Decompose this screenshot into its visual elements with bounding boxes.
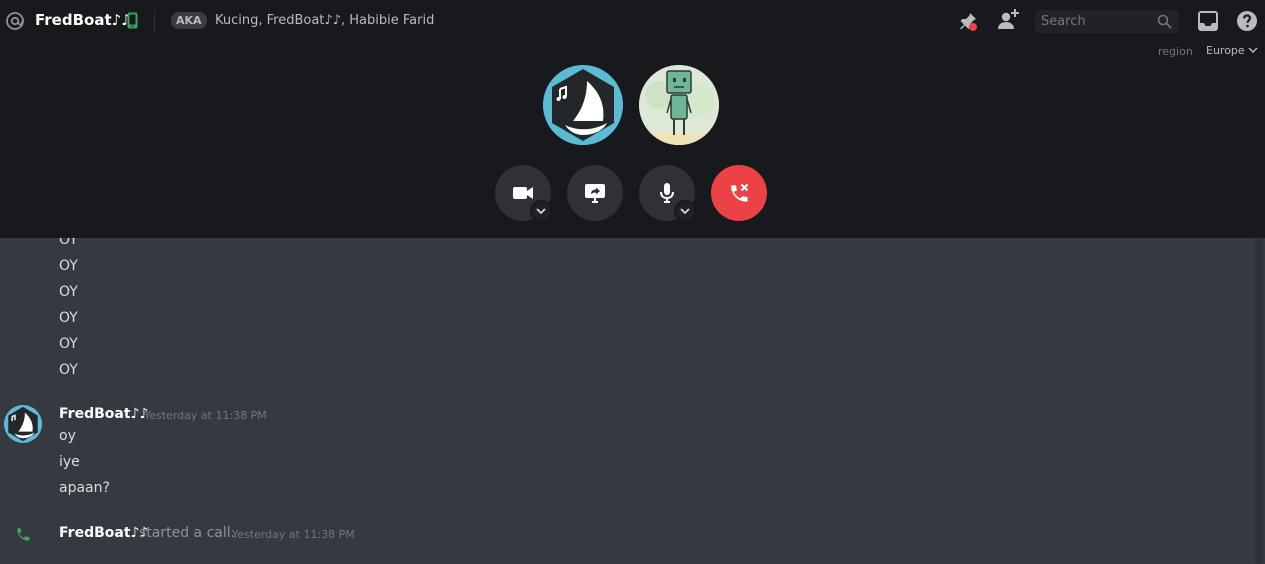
mobile-icon [127, 12, 138, 29]
message-line: OY [59, 336, 78, 352]
screen-share-button[interactable] [567, 165, 623, 221]
add-user-icon[interactable] [996, 8, 1020, 32]
header-divider [154, 10, 155, 32]
chevron-down-icon [1248, 47, 1258, 53]
screen-share-icon [585, 184, 605, 203]
video-toggle-button[interactable] [495, 165, 552, 222]
top-bar: FredBoat♪♪ AKA Kucing, FredBoat♪♪, Habib… [0, 0, 1265, 42]
robot-character-icon [639, 65, 719, 145]
region-label: region [1158, 45, 1193, 58]
pin-icon[interactable] [957, 10, 979, 32]
channel-name: FredBoat♪♪ [35, 11, 131, 29]
message-line: OY [59, 284, 78, 300]
at-icon [6, 12, 24, 30]
message-author[interactable]: FredBoat♪♪ [59, 406, 148, 422]
region-select[interactable]: Europe [1206, 44, 1258, 57]
aka-names: Kucing, FredBoat♪♪, Habibie Farid [215, 13, 435, 28]
message-line: OY [59, 310, 78, 326]
hangup-icon [731, 183, 749, 202]
video-options-button[interactable] [530, 200, 552, 222]
microphone-toggle-button[interactable] [639, 165, 696, 222]
region-value: Europe [1206, 44, 1245, 57]
disconnect-call-button[interactable] [711, 165, 767, 221]
call-area: FredBoat♪♪ AKA Kucing, FredBoat♪♪, Habib… [0, 0, 1265, 238]
avatar[interactable] [4, 405, 42, 443]
message-list[interactable]: OY OY OY OY OY OY FredBoat♪♪ Yesterday a… [0, 238, 1265, 564]
microphone-options-button[interactable] [674, 200, 696, 222]
message-timestamp: Yesterday at 11:38 PM [144, 409, 267, 422]
message-line: iye [59, 454, 80, 470]
call-avatar-user[interactable] [639, 65, 719, 145]
chevron-down-icon [680, 208, 690, 215]
inbox-icon[interactable] [1197, 10, 1219, 32]
scrollbar[interactable] [1255, 238, 1263, 564]
sailboat-logo-icon [543, 65, 623, 145]
system-message-text: started a call. [139, 525, 236, 541]
chevron-down-icon [536, 208, 546, 215]
sailboat-logo-icon [4, 405, 42, 443]
search-input[interactable] [1035, 10, 1153, 33]
search-icon [1157, 14, 1172, 29]
message-line: OY [59, 258, 78, 274]
system-message-timestamp: Yesterday at 11:38 PM [232, 528, 355, 541]
help-icon[interactable] [1236, 10, 1258, 32]
message-line: oy [59, 428, 76, 444]
phone-icon [17, 528, 30, 541]
message-line: OY [59, 362, 78, 378]
system-message-author[interactable]: FredBoat♪♪ [59, 525, 148, 541]
video-icon [513, 187, 533, 199]
microphone-icon [660, 183, 674, 203]
aka-badge: AKA [171, 12, 207, 29]
message-line: apaan? [59, 480, 110, 496]
call-avatar-fredboat[interactable] [543, 65, 623, 145]
message-line: OY [59, 238, 78, 248]
search-box[interactable] [1035, 10, 1179, 33]
